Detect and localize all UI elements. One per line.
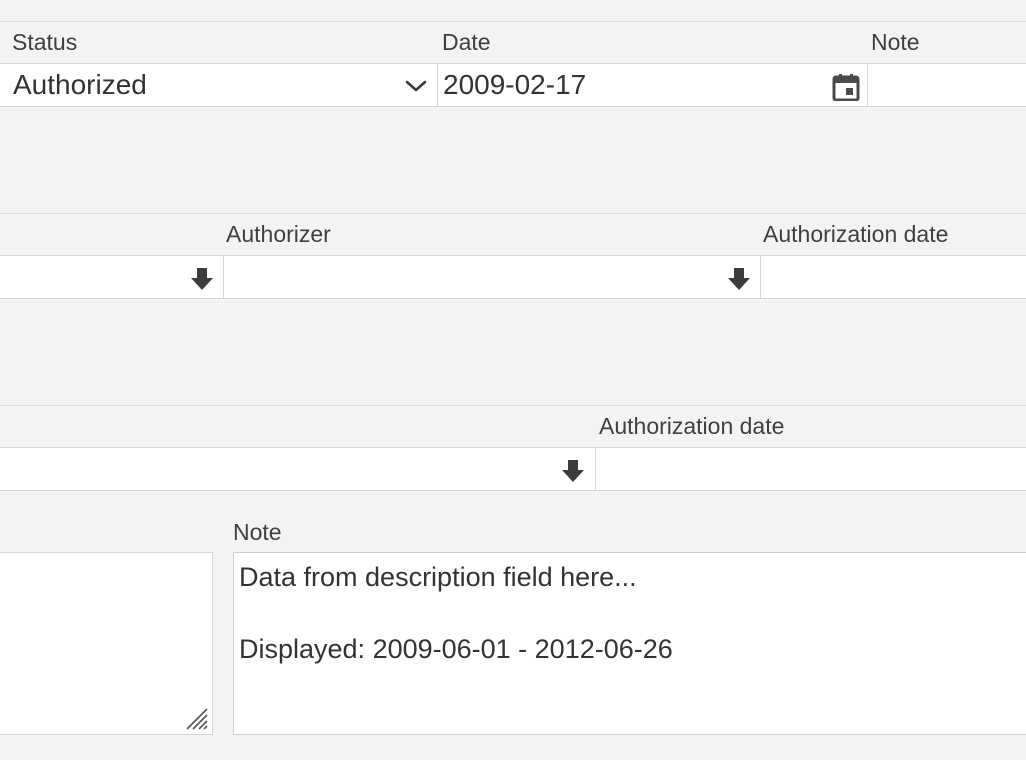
arrow-down-icon[interactable]	[190, 267, 214, 291]
authorization-date-field[interactable]	[760, 255, 1026, 299]
resize-handle-icon[interactable]	[185, 707, 209, 731]
row2-top-divider	[0, 213, 1026, 214]
arrow-down-icon[interactable]	[727, 267, 751, 291]
date-label: Date	[442, 29, 491, 55]
lookup-field-2[interactable]	[0, 447, 596, 491]
description-textarea[interactable]	[0, 552, 213, 735]
row3-top-divider	[0, 405, 1026, 406]
authorizer-field[interactable]	[223, 255, 761, 299]
authorizer-label: Authorizer	[226, 221, 331, 247]
lookup-field[interactable]	[0, 255, 224, 299]
status-label: Status	[12, 29, 78, 55]
status-select[interactable]: Authorized	[0, 63, 438, 107]
note-label-2: Note	[233, 519, 282, 545]
chevron-down-icon	[405, 78, 427, 94]
authorization-date-field-2[interactable]	[595, 447, 1026, 491]
authorization-date-label: Authorization date	[763, 221, 949, 247]
note-textarea[interactable]	[233, 552, 1026, 735]
row1-top-divider	[0, 21, 1026, 22]
arrow-down-icon[interactable]	[561, 459, 585, 483]
authorization-date-label-2: Authorization date	[599, 413, 785, 439]
note-label: Note	[871, 29, 920, 55]
note-field[interactable]	[867, 63, 1026, 107]
date-field[interactable]: 2009-02-17	[437, 63, 868, 107]
calendar-icon[interactable]	[832, 73, 860, 101]
status-select-value: Authorized	[13, 69, 147, 100]
date-field-value: 2009-02-17	[443, 69, 587, 100]
